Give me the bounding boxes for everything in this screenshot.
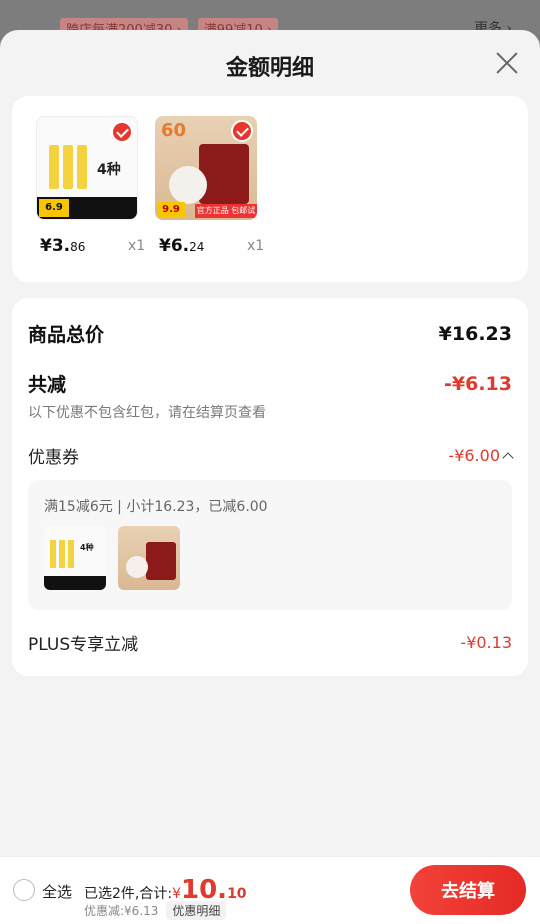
sheet-title: 金额明细 [225, 56, 314, 81]
checked-icon[interactable] [111, 121, 133, 143]
checked-icon[interactable] [231, 120, 253, 142]
total-amount-dec: 10 [227, 886, 247, 902]
coupon-label: 优惠券 [28, 448, 79, 468]
coupon-value[interactable]: -¥6.00 [448, 446, 514, 465]
total-value: ¥16.23 [438, 322, 512, 345]
summary-card: 商品总价 ¥16.23 共减 -¥6.13 以下优惠不包含红包，请在结算页查看 … [12, 298, 528, 676]
plus-label: PLUS专享立减 [28, 635, 139, 655]
product-thumbnail: 60 9.9 官方正品 包邮试用 [155, 116, 257, 220]
plus-row: PLUS专享立减 -¥0.13 [28, 630, 512, 655]
product-price: ¥6.24 [159, 236, 205, 256]
select-all-radio[interactable] [13, 879, 35, 901]
currency-symbol: ¥ [172, 886, 181, 902]
product-thumbnail: 4种 6.9 [36, 116, 138, 220]
select-all-label[interactable]: 全选 [42, 881, 72, 902]
discount-line: 优惠减:¥6.13 优惠明细 [84, 901, 227, 920]
coupon-product-thumbnail [118, 526, 180, 590]
product-price: ¥3.86 [40, 236, 86, 256]
products-card: 4种 6.9 ¥3.86 x1 60 9.9 官方正品 包邮试用 ¥6.24 x… [12, 96, 528, 282]
coupon-row[interactable]: 优惠券 -¥6.00 [28, 443, 514, 468]
discount-row: 共减 -¥6.13 [28, 370, 512, 397]
discount-value: -¥6.13 [444, 372, 512, 395]
discount-summary: 优惠减:¥6.13 [84, 904, 159, 918]
chevron-up-icon [502, 451, 514, 464]
total-label: 商品总价 [28, 324, 105, 346]
selected-text: 已选2件,合计: [84, 886, 173, 902]
sheet-header: 金额明细 [0, 30, 540, 96]
coupon-product-thumbnail: 4种 [44, 526, 106, 590]
coupon-detail-text: 满15减6元 | 小计16.23，已减6.00 [44, 499, 268, 515]
product-item[interactable]: 4种 6.9 ¥3.86 x1 [36, 116, 156, 256]
product-quantity: x1 [247, 238, 265, 254]
plus-value: -¥0.13 [460, 633, 512, 652]
amount-detail-sheet: 金额明细 4种 6.9 ¥3.86 x1 60 9.9 官方正品 包邮试用 [0, 30, 540, 924]
close-icon[interactable] [494, 50, 520, 76]
coupon-detail-box: 满15减6元 | 小计16.23，已减6.00 4种 [28, 480, 512, 610]
product-quantity: x1 [128, 238, 146, 254]
checkout-button[interactable]: 去结算 [410, 865, 526, 915]
discount-label: 共减 [28, 374, 67, 396]
discount-note: 以下优惠不包含红包，请在结算页查看 [28, 405, 266, 421]
total-row: 商品总价 ¥16.23 [28, 320, 512, 347]
checkout-bar: 全选 已选2件,合计: ¥ 10. 10 优惠减:¥6.13 优惠明细 去结算 [0, 856, 540, 924]
product-item[interactable]: 60 9.9 官方正品 包邮试用 ¥6.24 x1 [155, 116, 275, 256]
discount-detail-button[interactable]: 优惠明细 [166, 901, 227, 920]
